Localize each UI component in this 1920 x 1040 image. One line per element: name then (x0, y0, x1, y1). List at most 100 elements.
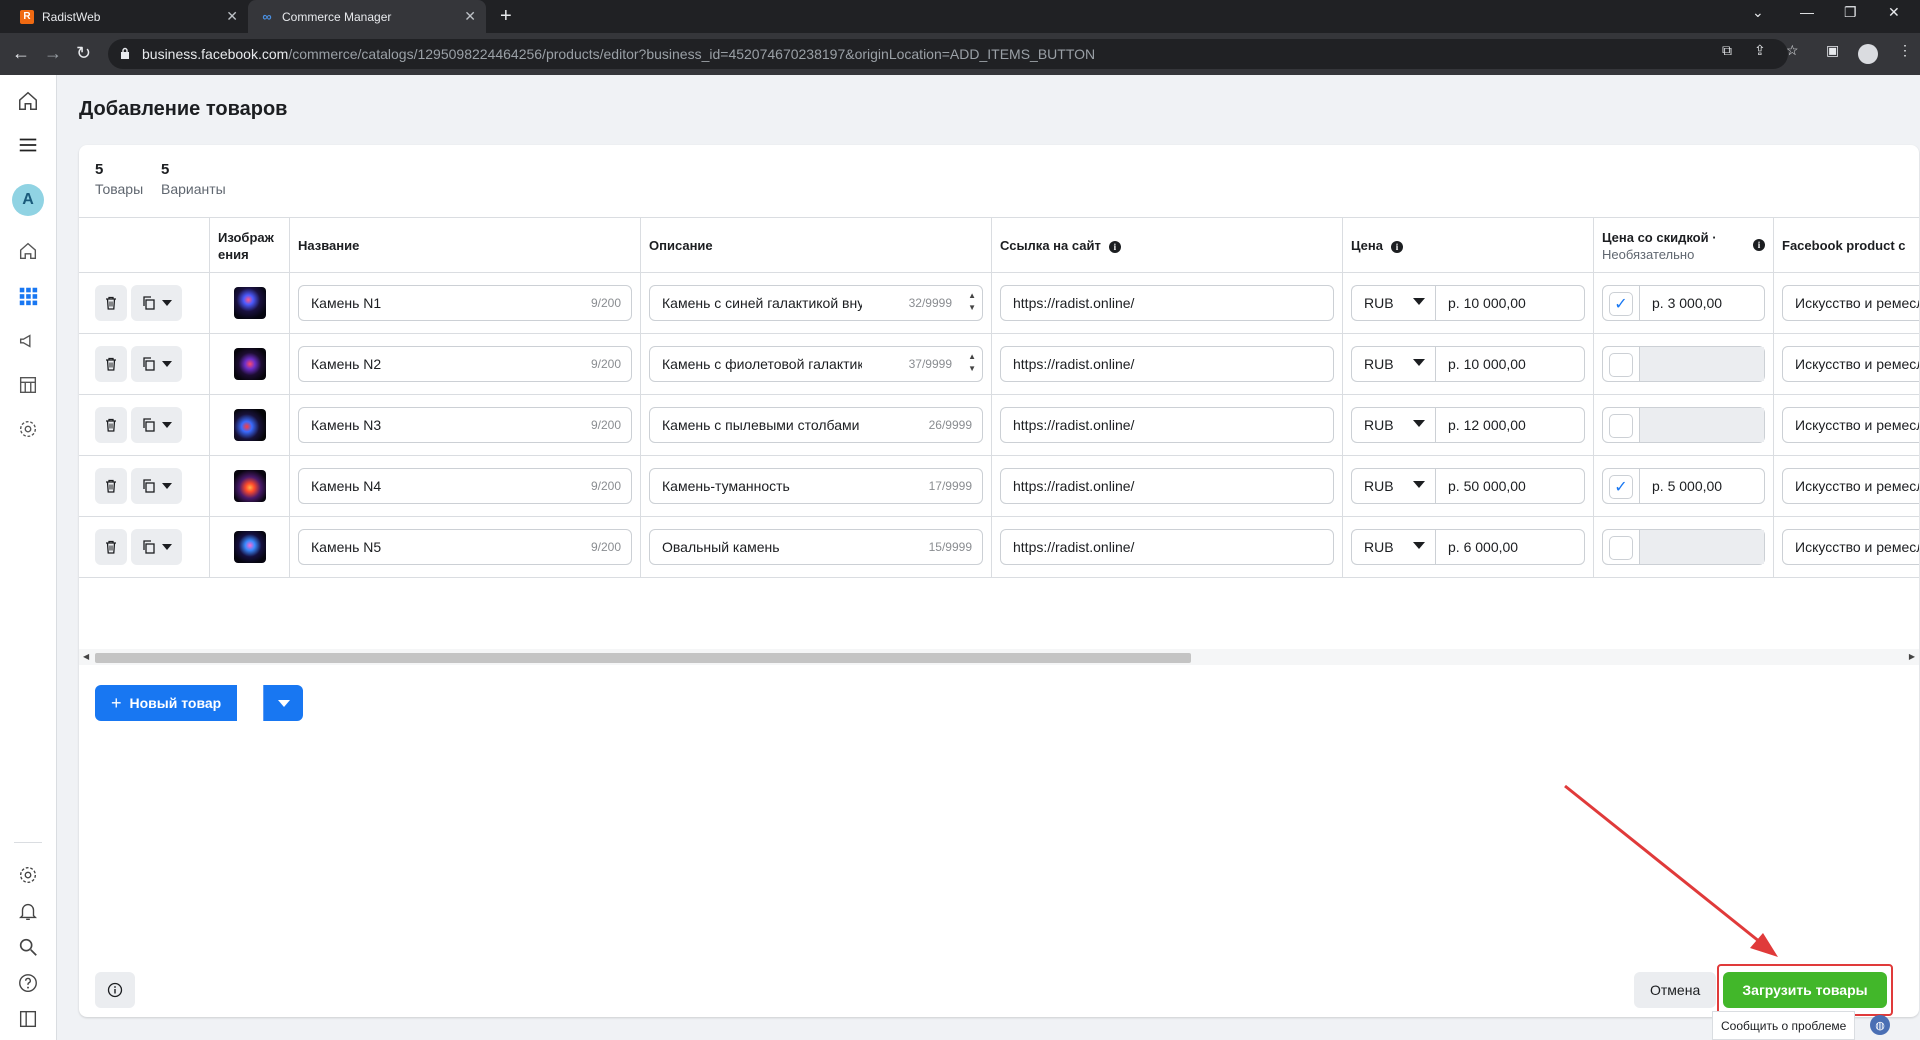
sidebar-settings-icon[interactable] (14, 415, 42, 443)
website-link-input[interactable]: https://radist.online/ (1000, 407, 1334, 443)
sidebar-shop-icon[interactable] (14, 371, 42, 399)
price-input[interactable]: р. 12 000,00 (1435, 407, 1585, 443)
fb-category-select[interactable]: Искусство и ремесла (1782, 407, 1919, 443)
delete-row-button[interactable] (95, 285, 127, 321)
info-icon[interactable]: i (1753, 239, 1765, 251)
image-cell[interactable] (209, 456, 289, 516)
minimize-icon[interactable]: — (1800, 4, 1814, 20)
duplicate-row-button[interactable] (131, 285, 182, 321)
delete-row-button[interactable] (95, 346, 127, 382)
sale-price-checkbox[interactable]: ✓ (1609, 292, 1633, 316)
product-description-input[interactable]: Камень-туманность 17/9999 (649, 468, 983, 504)
product-description-input[interactable]: Камень с синей галактикой внутри 32/9999 ▲… (649, 285, 983, 321)
duplicate-row-button[interactable] (131, 468, 182, 504)
product-thumbnail[interactable] (234, 531, 266, 563)
product-name-input[interactable]: Камень N1 9/200 (298, 285, 632, 321)
horizontal-scrollbar[interactable]: ◀ ▶ (79, 649, 1919, 665)
sidebar-catalog-icon[interactable] (14, 282, 42, 310)
price-input[interactable]: р. 10 000,00 (1435, 346, 1585, 382)
translate-icon[interactable]: ⧉ (1722, 42, 1732, 59)
info-icon[interactable]: i (1390, 240, 1403, 253)
sidebar-marketing-icon[interactable] (14, 327, 42, 355)
info-button[interactable] (95, 972, 135, 1008)
cancel-button[interactable]: Отмена (1634, 972, 1717, 1008)
sale-price-checkbox[interactable] (1609, 353, 1633, 377)
browser-tab-radistweb[interactable]: R RadistWeb ✕ (8, 0, 248, 33)
upload-items-button[interactable]: Загрузить товары (1723, 972, 1887, 1008)
price-input[interactable]: р. 50 000,00 (1435, 468, 1585, 504)
currency-select[interactable]: RUB (1351, 285, 1435, 321)
scroll-right-icon[interactable]: ▶ (1909, 652, 1915, 661)
website-link-input[interactable]: https://radist.online/ (1000, 529, 1334, 565)
currency-select[interactable]: RUB (1351, 407, 1435, 443)
close-window-icon[interactable]: ✕ (1888, 4, 1900, 21)
product-description-input[interactable]: Камень с фиолетовой галактикой внутри 37/… (649, 346, 983, 382)
url-field[interactable]: business.facebook.com/commerce/catalogs/… (108, 39, 1788, 69)
report-problem-button[interactable]: Сообщить о проблеме (1712, 1011, 1856, 1040)
sale-price-checkbox[interactable]: ✓ (1609, 475, 1633, 499)
sidebar-overview-icon[interactable] (14, 237, 42, 265)
currency-select[interactable]: RUB (1351, 468, 1435, 504)
browser-tab-commerce-manager[interactable]: ∞ Commerce Manager ✕ (248, 0, 486, 33)
new-item-dropdown-button[interactable] (263, 685, 303, 721)
product-thumbnail[interactable] (234, 287, 266, 319)
duplicate-row-button[interactable] (131, 407, 182, 443)
sale-price-checkbox[interactable] (1609, 414, 1633, 438)
sidebar-bottom-settings-icon[interactable] (14, 861, 42, 889)
close-icon[interactable]: ✕ (464, 8, 476, 25)
fb-category-select[interactable]: Искусство и ремесла (1782, 468, 1919, 504)
side-panel-icon[interactable]: ▣ (1826, 42, 1839, 59)
sale-price-checkbox[interactable] (1609, 536, 1633, 560)
product-name-input[interactable]: Камень N2 9/200 (298, 346, 632, 382)
delete-row-button[interactable] (95, 468, 127, 504)
sale-price-input[interactable]: р. 3 000,00 (1639, 286, 1764, 320)
sidebar-search-icon[interactable] (14, 933, 42, 961)
scroll-arrows-icon[interactable]: ▲ ▼ (968, 351, 976, 375)
sale-price-input[interactable] (1639, 408, 1764, 442)
price-input[interactable]: р. 6 000,00 (1435, 529, 1585, 565)
website-link-input[interactable]: https://radist.online/ (1000, 285, 1334, 321)
new-item-button[interactable]: + Новый товар (95, 685, 238, 721)
restore-icon[interactable]: ❐ (1844, 4, 1857, 21)
currency-select[interactable]: RUB (1351, 346, 1435, 382)
reload-icon[interactable]: ↻ (76, 43, 91, 63)
delete-row-button[interactable] (95, 407, 127, 443)
sale-price-input[interactable] (1639, 530, 1764, 564)
sidebar-home-icon[interactable] (14, 87, 42, 115)
duplicate-row-button[interactable] (131, 346, 182, 382)
price-input[interactable]: р. 10 000,00 (1435, 285, 1585, 321)
new-tab-icon[interactable]: + (500, 5, 512, 27)
product-thumbnail[interactable] (234, 348, 266, 380)
fb-category-select[interactable]: Искусство и ремесла (1782, 346, 1919, 382)
website-link-input[interactable]: https://radist.online/ (1000, 346, 1334, 382)
scroll-arrows-icon[interactable]: ▲ ▼ (968, 290, 976, 314)
currency-select[interactable]: RUB (1351, 529, 1435, 565)
share-icon[interactable]: ⇪ (1754, 42, 1766, 59)
sidebar-menu-icon[interactable] (14, 131, 42, 159)
product-name-input[interactable]: Камень N4 9/200 (298, 468, 632, 504)
image-cell[interactable] (209, 395, 289, 455)
forward-icon[interactable]: → (44, 43, 62, 63)
profile-avatar[interactable] (1858, 44, 1878, 64)
sidebar-notifications-icon[interactable] (14, 897, 42, 925)
product-description-input[interactable]: Камень с пылевыми столбами 26/9999 (649, 407, 983, 443)
account-avatar[interactable]: A (12, 184, 44, 216)
sidebar-help-icon[interactable] (14, 969, 42, 997)
browser-menu-icon[interactable]: ⋮ (1898, 42, 1912, 59)
product-name-input[interactable]: Камень N3 9/200 (298, 407, 632, 443)
back-icon[interactable]: ← (12, 43, 30, 63)
product-description-input[interactable]: Овальный камень 15/9999 (649, 529, 983, 565)
product-thumbnail[interactable] (234, 470, 266, 502)
product-name-input[interactable]: Камень N5 9/200 (298, 529, 632, 565)
product-thumbnail[interactable] (234, 409, 266, 441)
image-cell[interactable] (209, 517, 289, 577)
globe-icon[interactable]: ◍ (1870, 1015, 1890, 1035)
fb-category-select[interactable]: Искусство и ремесла (1782, 285, 1919, 321)
scrollbar-thumb[interactable] (95, 653, 1191, 663)
info-icon[interactable]: i (1108, 240, 1121, 253)
image-cell[interactable] (209, 334, 289, 394)
fb-category-select[interactable]: Искусство и ремесла (1782, 529, 1919, 565)
close-icon[interactable]: ✕ (226, 8, 238, 25)
image-cell[interactable] (209, 273, 289, 333)
sale-price-input[interactable]: р. 5 000,00 (1639, 469, 1764, 503)
